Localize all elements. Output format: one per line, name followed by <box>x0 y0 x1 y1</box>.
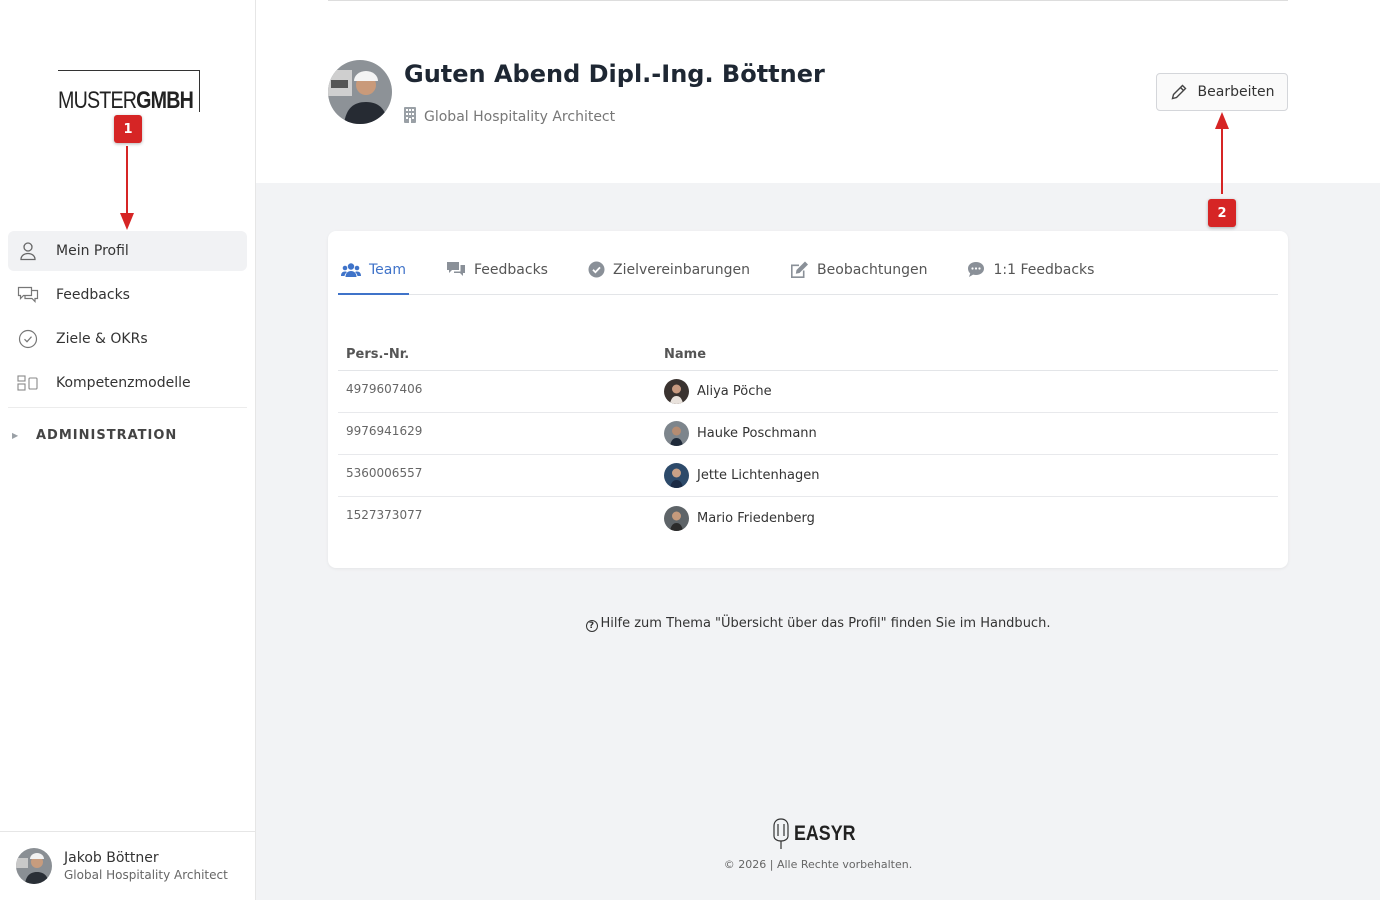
tab-feedbacks[interactable]: Feedbacks <box>443 245 551 294</box>
current-user[interactable]: Jakob Böttner Global Hospitality Archite… <box>0 831 256 900</box>
company-logo[interactable]: MUSTERGMBH <box>58 70 200 114</box>
users-icon <box>341 262 361 278</box>
pers-nr-cell: 4979607406 <box>346 382 423 396</box>
tab-label: 1:1 Feedbacks <box>993 261 1095 278</box>
team-card: Team Feedbacks Zielvereinbarungen Beobac… <box>328 231 1288 568</box>
avatar <box>664 463 689 488</box>
team-table: Pers.-Nr. Name 4979607406 Aliya Pöche 99… <box>338 339 1278 539</box>
pers-nr-cell: 1527373077 <box>346 508 423 522</box>
sidebar-item-label: Kompetenzmodelle <box>56 375 191 391</box>
sidebar-item-mein-profil[interactable]: Mein Profil <box>8 231 247 271</box>
sidebar-item-kompetenzmodelle[interactable]: Kompetenzmodelle <box>8 363 247 403</box>
name-cell: Mario Friedenberg <box>697 510 815 526</box>
edit-button-label: Bearbeiten <box>1197 84 1275 100</box>
tab-label: Feedbacks <box>474 261 548 278</box>
greeting-title: Guten Abend Dipl.-Ing. Böttner <box>404 60 825 88</box>
pencil-icon <box>1170 83 1188 101</box>
table-header: Pers.-Nr. Name <box>338 339 1278 371</box>
comment-dots-icon <box>967 261 985 278</box>
profile-header: Guten Abend Dipl.-Ing. Böttner Global Ho… <box>256 0 1380 183</box>
logo-part1: MUSTER <box>58 87 137 114</box>
copyright: © 2026 | Alle Rechte vorbehalten. <box>723 858 913 871</box>
name-cell: Aliya Pöche <box>697 384 772 399</box>
avatar <box>664 505 689 531</box>
admin-label: ADMINISTRATION <box>36 428 178 443</box>
avatar <box>664 421 689 446</box>
comments-icon <box>446 261 466 278</box>
profile-avatar <box>328 60 392 124</box>
person-icon <box>16 239 40 263</box>
profile-role: Global Hospitality Architect <box>404 107 615 127</box>
easyr-brand: EASYR <box>794 822 856 845</box>
table-row[interactable]: 5360006557 Jette Lichtenhagen <box>338 455 1278 497</box>
avatar <box>664 379 689 404</box>
sidebar-item-label: Ziele & OKRs <box>56 331 148 347</box>
check-circle-icon <box>16 327 40 351</box>
check-circle-icon <box>588 261 605 278</box>
column-header-pers-nr[interactable]: Pers.-Nr. <box>338 347 664 362</box>
name-cell: Hauke Poschmann <box>697 426 817 441</box>
user-role: Global Hospitality Architect <box>64 868 228 882</box>
sidebar-item-label: Mein Profil <box>56 243 129 259</box>
header-divider <box>328 0 1288 1</box>
chat-bubbles-icon <box>16 283 40 307</box>
easyr-logo-icon <box>773 818 789 849</box>
profile-tabs: Team Feedbacks Zielvereinbarungen Beobac… <box>338 245 1278 295</box>
user-name: Jakob Böttner <box>64 850 159 866</box>
tab-team[interactable]: Team <box>338 245 410 295</box>
sidebar-item-ziele-okrs[interactable]: Ziele & OKRs <box>8 319 247 359</box>
pers-nr-cell: 9976941629 <box>346 424 423 438</box>
table-row[interactable]: 1527373077 Mario Friedenberg <box>338 497 1278 539</box>
table-row[interactable]: 4979607406 Aliya Pöche <box>338 371 1278 413</box>
tab-zielvereinbarungen[interactable]: Zielvereinbarungen <box>585 245 753 294</box>
tab-label: Team <box>369 261 407 278</box>
pers-nr-cell: 5360006557 <box>346 466 423 480</box>
caret-right-icon: ▶ <box>12 431 19 440</box>
avatar <box>16 848 52 884</box>
sidebar-item-label: Feedbacks <box>56 287 130 303</box>
sidebar-item-feedbacks[interactable]: Feedbacks <box>8 275 247 315</box>
tab-1-1-feedbacks[interactable]: 1:1 Feedbacks <box>964 245 1097 294</box>
role-text: Global Hospitality Architect <box>424 109 616 125</box>
tab-beobachtungen[interactable]: Beobachtungen <box>787 245 930 294</box>
building-icon <box>404 107 416 127</box>
column-header-name[interactable]: Name <box>664 347 1278 362</box>
annotation-badge-1: 1 <box>114 115 142 143</box>
sidebar-nav: Mein Profil Feedbacks Ziele & OKRs Kompe… <box>8 231 247 407</box>
name-cell: Jette Lichtenhagen <box>697 468 820 483</box>
help-text-label: Hilfe zum Thema "Übersicht über das Prof… <box>600 616 1051 631</box>
easyr-logo: EASYR <box>772 818 866 850</box>
logo-part2: GMBH <box>136 87 194 114</box>
nav-divider <box>8 407 247 408</box>
edit-icon <box>790 261 809 279</box>
edit-button[interactable]: Bearbeiten <box>1156 73 1288 111</box>
table-row[interactable]: 9976941629 Hauke Poschmann <box>338 413 1278 455</box>
question-circle-icon: ? <box>585 620 598 632</box>
grid-icon <box>16 371 40 395</box>
annotation-badge-2: 2 <box>1208 199 1236 227</box>
help-text[interactable]: ? Hilfe zum Thema "Übersicht über das Pro… <box>256 616 1380 632</box>
tab-label: Beobachtungen <box>817 261 928 278</box>
sidebar-item-administration[interactable]: ▶ ADMINISTRATION <box>12 428 177 443</box>
tab-label: Zielvereinbarungen <box>612 261 751 278</box>
